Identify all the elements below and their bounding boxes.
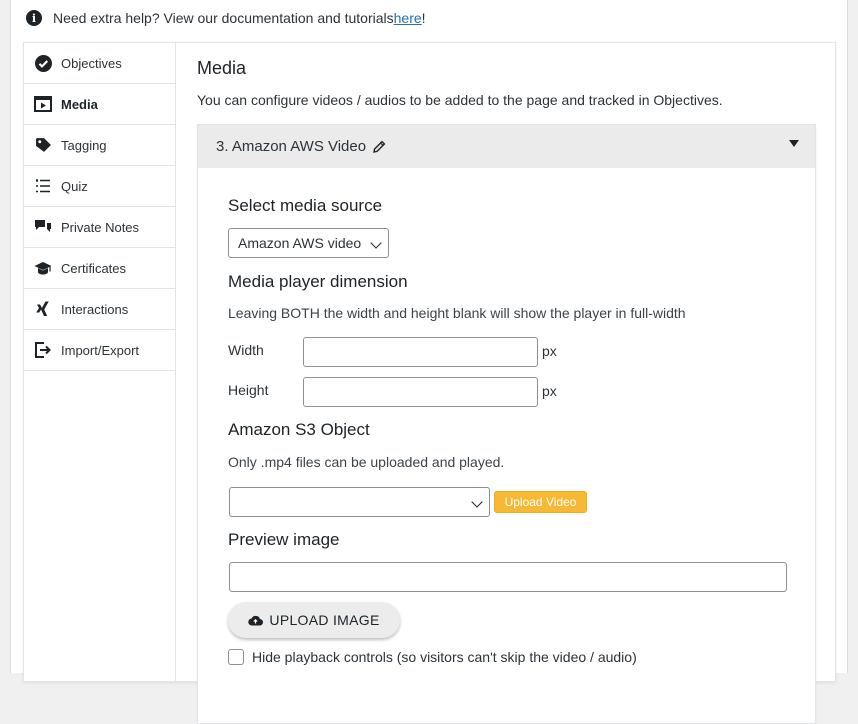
help-text: Need extra help? View our documentation … [53,10,394,26]
chevron-down-icon [370,237,382,249]
export-icon [34,341,52,359]
upload-video-button[interactable]: Upload Video [494,491,587,513]
cloud-upload-icon [248,615,264,626]
s3-object-title: Amazon S3 Object [228,420,370,439]
sidebar-item-label: Tagging [61,137,107,153]
s3-object-select[interactable] [229,487,490,517]
help-link[interactable]: here [394,10,422,26]
chevron-down-icon [471,496,483,508]
sidebar-item-label: Interactions [61,301,129,317]
media-source-value: Amazon AWS video [238,235,362,251]
page-description: You can configure videos / audios to be … [197,92,723,108]
accordion-title: 3. Amazon AWS Video [216,138,367,155]
check-circle-icon [34,54,52,72]
sidebar-item-objectives[interactable]: Objectives [24,43,175,84]
sidebar-item-quiz[interactable]: Quiz [24,166,175,207]
help-suffix: ! [421,10,426,26]
settings-card: Objectives Media Tagging Quiz Private No… [23,42,837,724]
upload-image-button[interactable]: UPLOAD IMAGE [228,602,400,638]
sidebar-item-label: Media [61,96,98,112]
xing-icon [34,300,52,318]
media-accordion: 3. Amazon AWS Video Select media source … [197,124,816,724]
width-field[interactable] [303,337,538,367]
height-field[interactable] [303,377,538,407]
page-title: Media [197,58,247,78]
chat-bubbles-icon [34,218,52,236]
sidebar-item-media[interactable]: Media [24,84,175,125]
sidebar-item-label: Private Notes [61,219,140,235]
sidebar: Objectives Media Tagging Quiz Private No… [24,43,176,681]
dimension-title: Media player dimension [228,272,408,291]
hide-controls-checkbox[interactable] [228,649,244,665]
sidebar-item-interactions[interactable]: Interactions [24,289,175,330]
media-source-select[interactable]: Amazon AWS video [228,228,389,258]
sidebar-item-tagging[interactable]: Tagging [24,125,175,166]
info-icon: i [26,10,42,26]
upload-image-label: UPLOAD IMAGE [269,612,380,628]
preview-image-field[interactable] [229,562,787,592]
width-label: Width [228,342,264,358]
height-unit: px [542,383,557,399]
preview-image-title: Preview image [228,530,340,549]
s3-object-help: Only .mp4 files can be uploaded and play… [228,454,505,470]
sidebar-item-private-notes[interactable]: Private Notes [24,207,175,248]
hide-controls-label: Hide playback controls (so visitors can'… [252,649,637,665]
sidebar-item-import-export[interactable]: Import/Export [24,330,175,371]
sidebar-item-label: Quiz [61,178,88,194]
media-source-title: Select media source [228,196,383,215]
accordion-header[interactable]: 3. Amazon AWS Video [198,125,815,168]
dimension-help: Leaving BOTH the width and height blank … [228,305,686,321]
main-content: Media You can configure videos / audios … [197,43,837,724]
help-notice: i Need extra help? View our documentatio… [26,8,426,28]
video-play-icon [34,95,52,113]
tag-icon [34,136,52,154]
sidebar-item-label: Certificates [61,260,127,276]
hide-controls-row: Hide playback controls (so visitors can'… [228,649,637,665]
graduation-cap-icon [34,259,52,277]
pencil-icon[interactable] [373,140,386,153]
sidebar-item-certificates[interactable]: Certificates [24,248,175,289]
sidebar-item-label: Import/Export [61,342,140,358]
caret-down-icon[interactable] [789,140,799,147]
list-icon [34,177,52,195]
width-unit: px [542,343,557,359]
height-label: Height [228,382,269,398]
sidebar-item-label: Objectives [61,55,122,71]
